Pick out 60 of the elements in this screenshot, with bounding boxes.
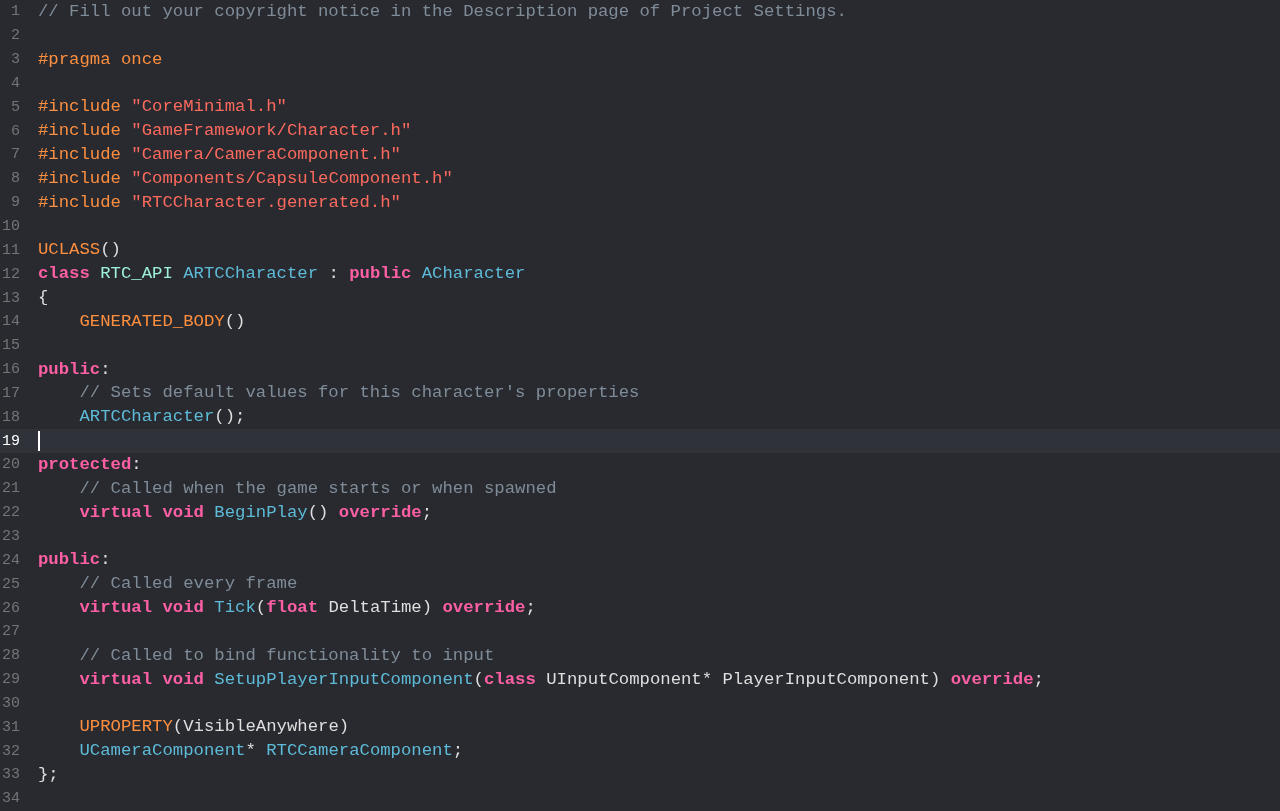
code-line: virtual void SetupPlayerInputComponent(class UInputComponent* PlayerInputComponent) override; bbox=[78, 668, 1044, 691]
line-number: 31 bbox=[1, 718, 20, 736]
code-line: UCameraComponent* RTCCameraComponent; bbox=[78, 740, 464, 763]
line-number: 24 bbox=[1, 551, 20, 569]
code-line: { bbox=[38, 287, 49, 310]
line-number: 12 bbox=[1, 265, 20, 283]
code-line: // Called to bind functionality to input bbox=[78, 644, 495, 667]
code-line: UPROPERTY(VisibleAnywhere) bbox=[78, 716, 350, 739]
code-line: // Sets default values for this character's properties bbox=[78, 382, 640, 405]
line-number: 8 bbox=[10, 170, 20, 188]
line-number: 22 bbox=[1, 504, 20, 522]
line-number: 4 bbox=[10, 74, 20, 92]
line-number: 30 bbox=[1, 694, 20, 712]
line-number: 5 bbox=[10, 98, 20, 116]
code-line: UCLASS() bbox=[38, 239, 121, 262]
line-number: 27 bbox=[1, 623, 20, 641]
line-number: 1 bbox=[10, 3, 20, 21]
line-number: 21 bbox=[1, 480, 20, 498]
code-line: // Fill out your copyright notice in the Description page of Project Settings. bbox=[38, 0, 847, 23]
line-number: 23 bbox=[1, 528, 20, 545]
line-number: 33 bbox=[1, 766, 20, 784]
code-line: #include "GameFramework/Character.h" bbox=[38, 120, 412, 143]
line-number: 26 bbox=[1, 599, 20, 617]
code-line: #include "Components/CapsuleComponent.h" bbox=[38, 167, 453, 190]
line-number: 7 bbox=[10, 146, 20, 164]
code-line: #include "Camera/CameraComponent.h" bbox=[38, 144, 401, 166]
code-line: // Called every frame bbox=[78, 573, 298, 596]
text-cursor bbox=[38, 431, 40, 452]
code-line: #include "CoreMinimal.h" bbox=[38, 96, 287, 119]
code-line: GENERATED_BODY() bbox=[78, 310, 246, 333]
line-number: 17 bbox=[1, 384, 20, 402]
line-number: 20 bbox=[1, 456, 20, 474]
line-number: 32 bbox=[1, 742, 20, 760]
code-line: #include "RTCCharacter.generated.h" bbox=[38, 191, 401, 214]
line-number: 18 bbox=[1, 408, 20, 426]
code-line: ARTCCharacter(); bbox=[78, 406, 246, 429]
line-number: 2 bbox=[10, 27, 20, 45]
line-number: 13 bbox=[1, 289, 20, 307]
line-number: 15 bbox=[1, 337, 20, 355]
code-line: // Called when the game starts or when spawned bbox=[78, 477, 557, 500]
code-line: public: bbox=[38, 358, 111, 381]
code-line: virtual void Tick(float DeltaTime) override; bbox=[78, 597, 536, 619]
line-number: 19 bbox=[1, 432, 20, 450]
line-number: 28 bbox=[1, 647, 20, 665]
line-number: 6 bbox=[10, 122, 20, 140]
code-line: public: bbox=[38, 549, 111, 572]
line-number: 9 bbox=[10, 194, 20, 212]
line-number: 25 bbox=[1, 575, 20, 593]
line-number: 11 bbox=[1, 241, 20, 259]
code-line: virtual void BeginPlay() override; bbox=[78, 501, 433, 524]
code-line: #pragma once bbox=[38, 48, 163, 71]
code-line: protected: bbox=[38, 453, 142, 476]
line-number: 29 bbox=[1, 671, 20, 689]
line-number: 10 bbox=[1, 218, 20, 235]
code-line: }; bbox=[38, 763, 59, 786]
line-number: 16 bbox=[1, 361, 20, 379]
code-line: class RTC_API ARTCCharacter : public ACharacter bbox=[38, 263, 526, 286]
line-number: 34 bbox=[1, 790, 20, 808]
line-number: 14 bbox=[1, 313, 20, 331]
line-number: 3 bbox=[10, 51, 20, 69]
